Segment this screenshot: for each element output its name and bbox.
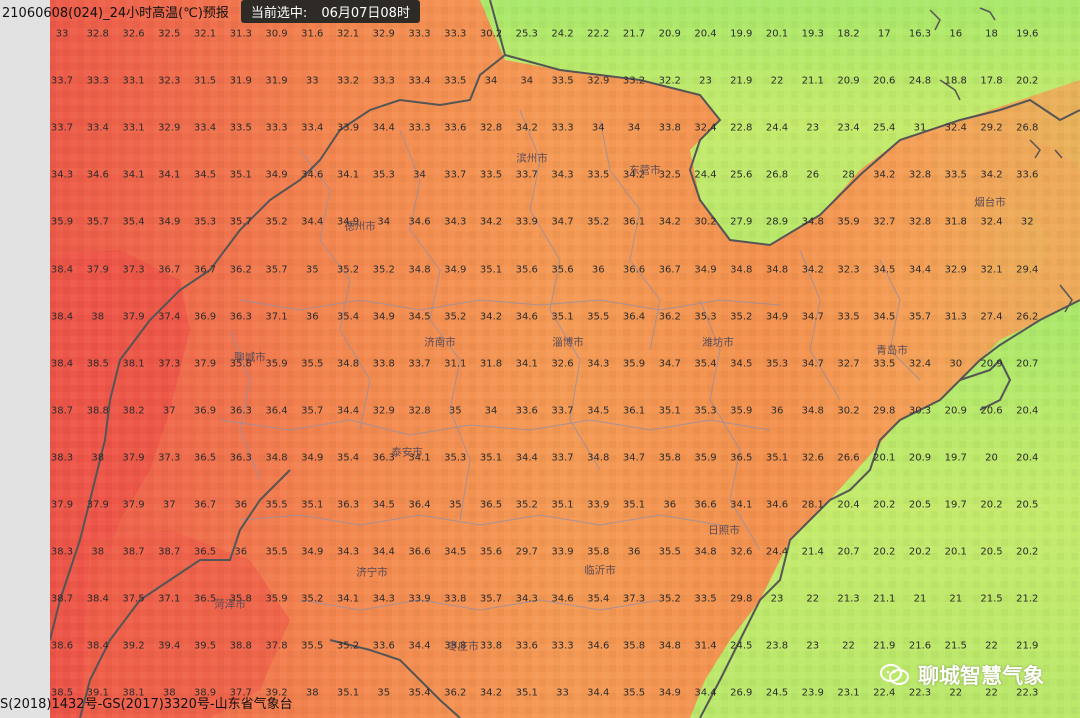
forecast-title: 21060608(024)_24小时高温(℃)预报	[2, 5, 229, 21]
header-bar: 21060608(024)_24小时高温(℃)预报 当前选中: 06月07日08…	[0, 0, 420, 23]
temperature-map[interactable]	[50, 0, 1080, 718]
selected-time-box[interactable]: 当前选中: 06月07日08时	[240, 0, 420, 23]
grid-texture	[50, 0, 1080, 718]
left-panel-strip	[0, 0, 50, 718]
selected-time: 06月07日08时	[321, 5, 410, 21]
wechat-icon	[880, 664, 909, 685]
watermark-text: 聊城智慧气象	[918, 664, 1044, 688]
watermark: 聊城智慧气象	[880, 660, 1044, 690]
map-stage[interactable]: 33 32.8 32.6 32.5 32.1 31.3 30.9 31.6 32.1 32.9 33…	[0, 0, 1080, 718]
map-credit: S(2018)1432号-GS(2017)3320号-山东省气象台	[0, 697, 293, 712]
selected-label: 当前选中:	[250, 5, 308, 21]
